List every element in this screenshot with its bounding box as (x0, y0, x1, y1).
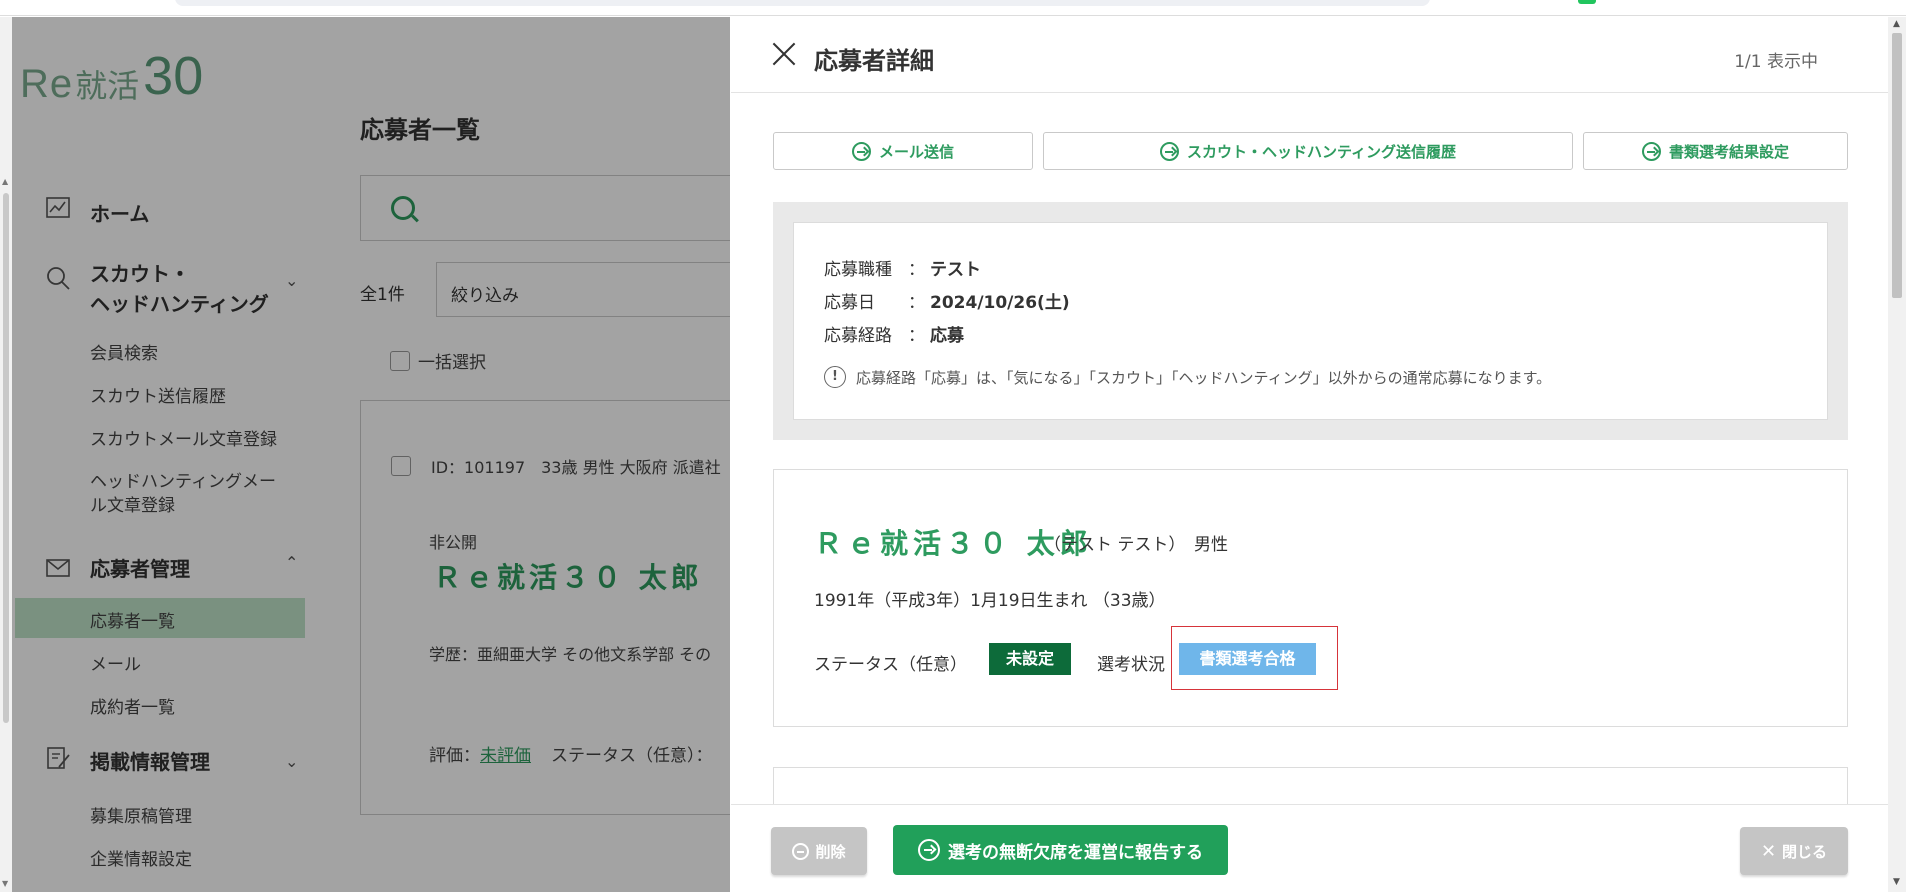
application-info-box: 応募職種：テスト 応募日： 2024/10/26(土) 応募経路：応募 ! 応募経… (793, 222, 1828, 420)
delete-button[interactable]: 削除 (771, 827, 867, 875)
close-icon[interactable] (771, 41, 797, 67)
application-info-section: 応募職種：テスト 応募日： 2024/10/26(土) 応募経路：応募 ! 応募経… (773, 202, 1848, 440)
scout-history-button[interactable]: スカウト・ヘッドハンティング送信履歴 (1043, 132, 1573, 170)
scrollbar-thumb[interactable] (1892, 33, 1902, 298)
page-scrollbar[interactable]: ▲ ▼ (0, 17, 12, 892)
apply-route-label: 応募経路 (824, 326, 892, 346)
applicant-detail-panel: 応募者詳細 1/1 表示中 メール送信 スカウト・ヘッドハンティング送信履歴 書… (731, 17, 1888, 892)
scout-history-label: スカウト・ヘッドハンティング送信履歴 (1186, 142, 1457, 161)
report-no-show-label: 選考の無断欠席を運営に報告する (948, 842, 1203, 863)
apply-date-label: 応募日 (824, 293, 875, 313)
panel-scrollbar[interactable]: ▲ ▼ (1888, 17, 1906, 892)
apply-date-colon: ： (908, 293, 925, 313)
selection-status-badge: 書類選考合格 (1179, 643, 1316, 675)
modal-overlay[interactable] (0, 17, 730, 892)
close-label: 閉じる (1782, 842, 1828, 861)
arrow-circle-icon (918, 839, 940, 861)
scroll-down-arrow-icon[interactable]: ▼ (1893, 877, 1900, 887)
job-type-value: テスト (930, 260, 981, 280)
apply-date-value: 2024/10/26(土) (930, 293, 1070, 313)
report-no-show-button[interactable]: 選考の無断欠席を運営に報告する (893, 825, 1228, 875)
arrow-circle-icon (1159, 141, 1179, 161)
browser-top-bar (0, 0, 1906, 16)
scrollbar-thumb[interactable] (3, 193, 9, 723)
panel-footer: 削除 選考の無断欠席を運営に報告する ✕ 閉じる (731, 804, 1888, 892)
status-badge[interactable]: 未設定 (989, 643, 1071, 675)
close-button[interactable]: ✕ 閉じる (1740, 827, 1848, 875)
delete-label: 削除 (815, 842, 846, 861)
arrow-circle-icon (851, 141, 871, 161)
scroll-down-arrow-icon[interactable]: ▼ (2, 879, 8, 888)
panel-title: 応募者詳細 (814, 47, 934, 75)
info-exclamation-icon: ! (824, 366, 846, 388)
apply-route-value: 応募 (930, 326, 964, 346)
status-label: ステータス（任意） (814, 655, 967, 675)
apply-route-row: 応募経路 ：応募 (824, 321, 964, 346)
panel-header: 応募者詳細 1/1 表示中 (731, 17, 1888, 93)
scroll-up-arrow-icon[interactable]: ▲ (1893, 19, 1900, 29)
applicant-kana: （テスト テスト） (1044, 535, 1186, 555)
scroll-up-arrow-icon[interactable]: ▲ (2, 177, 8, 186)
screening-result-label: 書類選考結果設定 (1668, 142, 1789, 161)
apply-route-colon: ： (908, 326, 925, 346)
route-note-text: 応募経路「応募」は、「気になる」「スカウト」「ヘッドハンティング」以外からの通常… (856, 368, 1552, 387)
job-type-row: 応募職種 ：テスト (824, 255, 981, 280)
applicant-gender: 男性 (1194, 535, 1228, 555)
address-bar[interactable] (175, 0, 1430, 6)
action-buttons: メール送信 スカウト・ヘッドハンティング送信履歴 書類選考結果設定 (773, 132, 1848, 170)
job-type-colon: ： (908, 260, 925, 280)
applicant-birth: 1991年（平成3年）1月19日生まれ （33歳） (814, 591, 1166, 611)
send-mail-button[interactable]: メール送信 (773, 132, 1033, 170)
job-type-label: 応募職種 (824, 260, 892, 280)
applicant-profile: Ｒｅ就活３０ 太郎 （テスト テスト） 男性 1991年（平成3年）1月19日生… (773, 469, 1848, 727)
screening-result-button[interactable]: 書類選考結果設定 (1583, 132, 1848, 170)
display-count: 1/1 表示中 (1734, 52, 1818, 72)
selection-status-label: 選考状況 (1097, 655, 1165, 675)
extension-icon[interactable] (1578, 0, 1596, 4)
apply-date-row: 応募日 ： 2024/10/26(土) (824, 288, 1070, 313)
close-icon: ✕ (1760, 840, 1777, 862)
arrow-circle-icon (1641, 141, 1661, 161)
minus-circle-icon (792, 842, 810, 860)
route-note: ! 応募経路「応募」は、「気になる」「スカウト」「ヘッドハンティング」以外からの… (824, 366, 1551, 388)
send-mail-label: メール送信 (878, 142, 954, 161)
